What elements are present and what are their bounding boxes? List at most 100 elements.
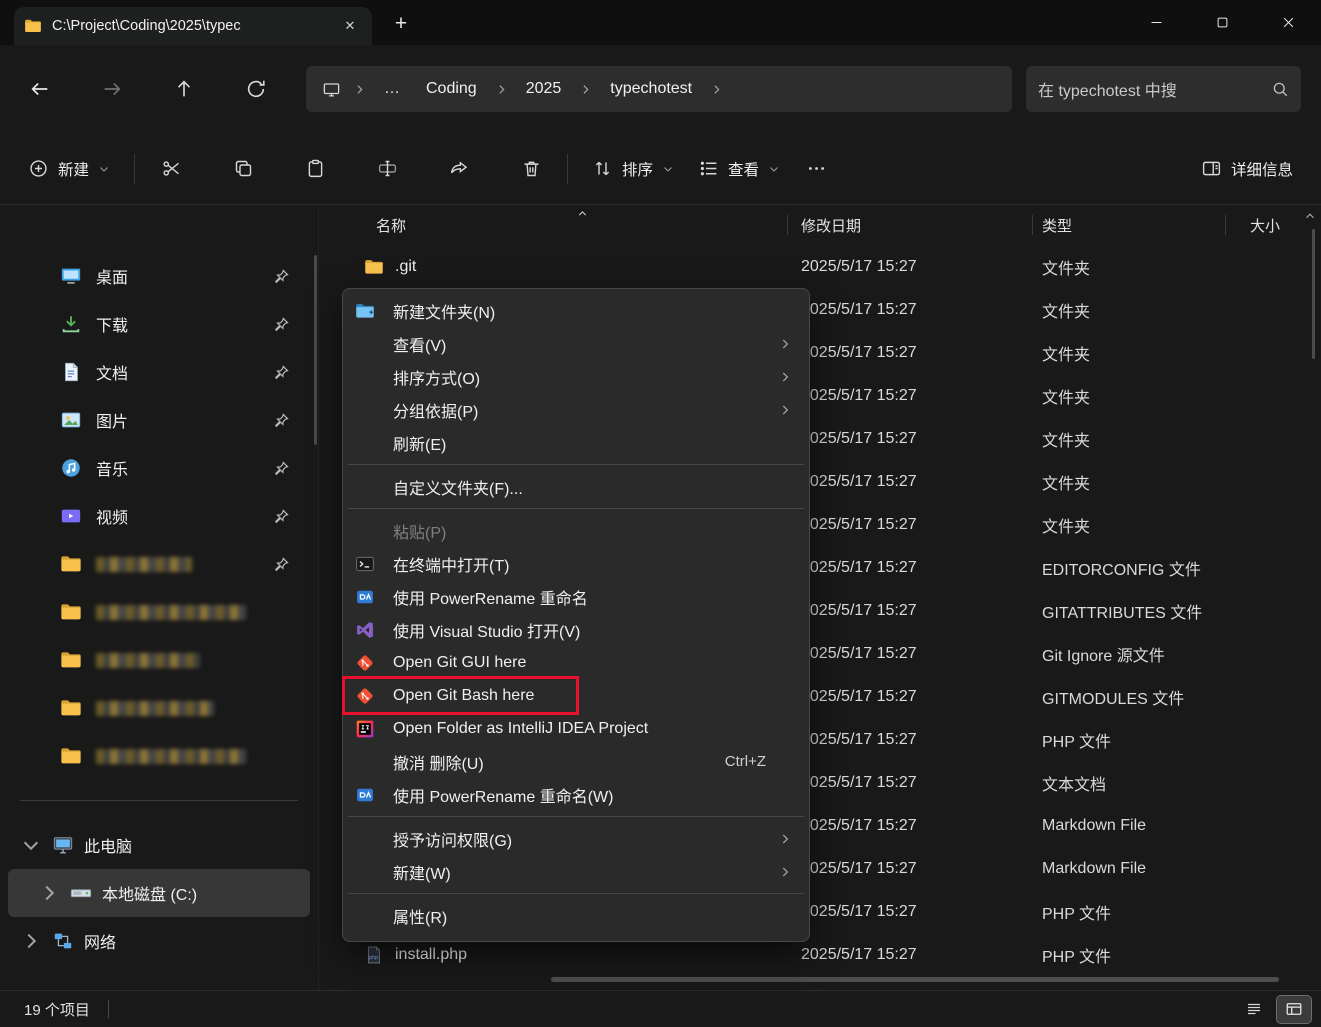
menu-item[interactable]: 自定义文件夹(F)...: [348, 470, 804, 503]
list-view-button[interactable]: [1237, 996, 1271, 1023]
column-header-label: 大小: [1250, 217, 1281, 235]
sidebar-item[interactable]: [8, 636, 310, 684]
file-date: 2025/5/17 15:27: [801, 343, 917, 361]
pin-icon: [273, 508, 290, 525]
column-header[interactable]: 名称: [331, 205, 788, 245]
sidebar-item-label: 本地磁盘 (C:): [102, 887, 198, 904]
sidebar-item[interactable]: 视频: [8, 492, 310, 540]
new-tab-button[interactable]: +: [384, 7, 418, 41]
file-date: 2025/5/17 15:27: [801, 386, 917, 404]
menu-item[interactable]: 新建(W): [348, 855, 804, 888]
sidebar-item[interactable]: 本地磁盘 (C:): [8, 869, 310, 917]
new-button[interactable]: 新建: [16, 145, 122, 193]
refresh-button[interactable]: [232, 65, 280, 113]
menu-item[interactable]: 属性(R): [348, 899, 804, 932]
menu-item[interactable]: 刷新(E): [348, 426, 804, 459]
sidebar-scrollbar[interactable]: [314, 255, 317, 445]
file-date: 2025/5/17 15:27: [801, 687, 917, 705]
sidebar-item[interactable]: 桌面: [8, 252, 310, 300]
sidebar-item[interactable]: 网络: [8, 917, 310, 965]
music-icon: [60, 457, 82, 479]
up-button[interactable]: [160, 65, 208, 113]
back-button[interactable]: [16, 65, 64, 113]
sidebar-item[interactable]: 此电脑: [8, 821, 310, 869]
share-button[interactable]: [435, 145, 483, 193]
file-type: 文件夹: [1042, 260, 1091, 278]
rename-icon: [377, 158, 398, 179]
breadcrumb[interactable]: … Coding 2025 typechotest: [306, 66, 1012, 112]
arrow-left-icon: [29, 78, 51, 100]
items-count: 19 个项目: [24, 1001, 90, 1019]
breadcrumb-item[interactable]: Coding: [414, 74, 489, 104]
file-name: install.php: [395, 945, 468, 963]
menu-item[interactable]: 使用 PowerRename 重命名: [348, 580, 804, 613]
menu-item[interactable]: 粘贴(P): [348, 514, 804, 547]
sort-button[interactable]: 排序: [580, 145, 686, 193]
column-header[interactable]: 修改日期: [788, 205, 1033, 245]
breadcrumb-item[interactable]: typechotest: [598, 74, 704, 104]
menu-item[interactable]: 分组依据(P): [348, 393, 804, 426]
sidebar: 桌面 下载 文档 图片 音乐 视频 此电脑本地磁盘 (C:) 网络: [0, 205, 318, 990]
vertical-scrollbar[interactable]: [1312, 229, 1315, 359]
chevron-right-icon: [710, 83, 723, 96]
breadcrumb-overflow[interactable]: …: [372, 74, 412, 104]
menu-item-label: 在终端中打开(T): [393, 557, 510, 575]
file-date: 2025/5/17 15:27: [801, 601, 917, 619]
menu-item[interactable]: Open Git Bash here: [342, 676, 804, 715]
menu-item[interactable]: 新建文件夹(N): [348, 294, 804, 327]
copy-button[interactable]: [219, 145, 267, 193]
menu-item[interactable]: 查看(V): [348, 327, 804, 360]
horizontal-scrollbar[interactable]: [551, 977, 1279, 982]
menu-item[interactable]: 使用 PowerRename 重命名(W): [348, 778, 804, 811]
redacted-label: [96, 748, 246, 764]
minimize-button[interactable]: [1123, 0, 1189, 45]
file-date: 2025/5/17 15:27: [801, 945, 917, 963]
close-button[interactable]: [1255, 0, 1321, 45]
file-date: 2025/5/17 15:27: [801, 730, 917, 748]
details-view-button[interactable]: [1276, 994, 1312, 1024]
column-header[interactable]: 大小: [1226, 205, 1306, 245]
sidebar-pinned-list: 桌面 下载 文档 图片 音乐 视频: [0, 252, 318, 780]
menu-item[interactable]: 使用 Visual Studio 打开(V): [348, 613, 804, 646]
tab-close-button[interactable]: ✕: [338, 14, 362, 38]
column-header[interactable]: 类型: [1033, 205, 1226, 245]
delete-button[interactable]: [507, 145, 555, 193]
icon-spacer: [355, 367, 375, 387]
sidebar-item[interactable]: [8, 540, 310, 588]
sidebar-item[interactable]: 下载: [8, 300, 310, 348]
menu-item[interactable]: Open Folder as IntelliJ IDEA Project: [348, 712, 804, 745]
chevron-down-icon: [98, 163, 110, 175]
paste-button[interactable]: [291, 145, 339, 193]
file-row[interactable]: .git 2025/5/17 15:27 文件夹: [331, 245, 1321, 288]
more-button[interactable]: [792, 145, 840, 193]
file-type: PHP 文件: [1042, 948, 1112, 966]
menu-item[interactable]: 排序方式(O): [348, 360, 804, 393]
scrollbar-up-icon[interactable]: [1303, 209, 1317, 223]
sidebar-item[interactable]: 音乐: [8, 444, 310, 492]
sidebar-item[interactable]: [8, 588, 310, 636]
paste-icon: [305, 158, 326, 179]
file-type: 文件夹: [1042, 303, 1091, 321]
menu-item[interactable]: 撤消 删除(U) Ctrl+Z: [348, 745, 804, 778]
search-input[interactable]: 在 typechotest 中搜: [1026, 66, 1301, 112]
maximize-button[interactable]: [1189, 0, 1255, 45]
sidebar-separator: [20, 800, 298, 801]
folder-icon: [60, 601, 82, 623]
cut-button[interactable]: [147, 145, 195, 193]
scissors-icon: [161, 158, 182, 179]
details-button-label: 详细信息: [1230, 161, 1293, 179]
sidebar-item[interactable]: 文档: [8, 348, 310, 396]
rename-button[interactable]: [363, 145, 411, 193]
sidebar-item[interactable]: [8, 732, 310, 780]
file-date: 2025/5/17 15:27: [801, 472, 917, 490]
breadcrumb-item[interactable]: 2025: [514, 74, 574, 104]
menu-item[interactable]: Open Git GUI here: [348, 646, 804, 679]
menu-item[interactable]: 在终端中打开(T): [348, 547, 804, 580]
explorer-tab[interactable]: C:\Project\Coding\2025\typec ✕: [14, 7, 372, 45]
sidebar-item[interactable]: 图片: [8, 396, 310, 444]
sidebar-item[interactable]: [8, 684, 310, 732]
menu-item[interactable]: 授予访问权限(G): [348, 822, 804, 855]
view-button[interactable]: 查看: [686, 145, 792, 193]
forward-button[interactable]: [88, 65, 136, 113]
details-button[interactable]: 详细信息: [1189, 145, 1305, 193]
